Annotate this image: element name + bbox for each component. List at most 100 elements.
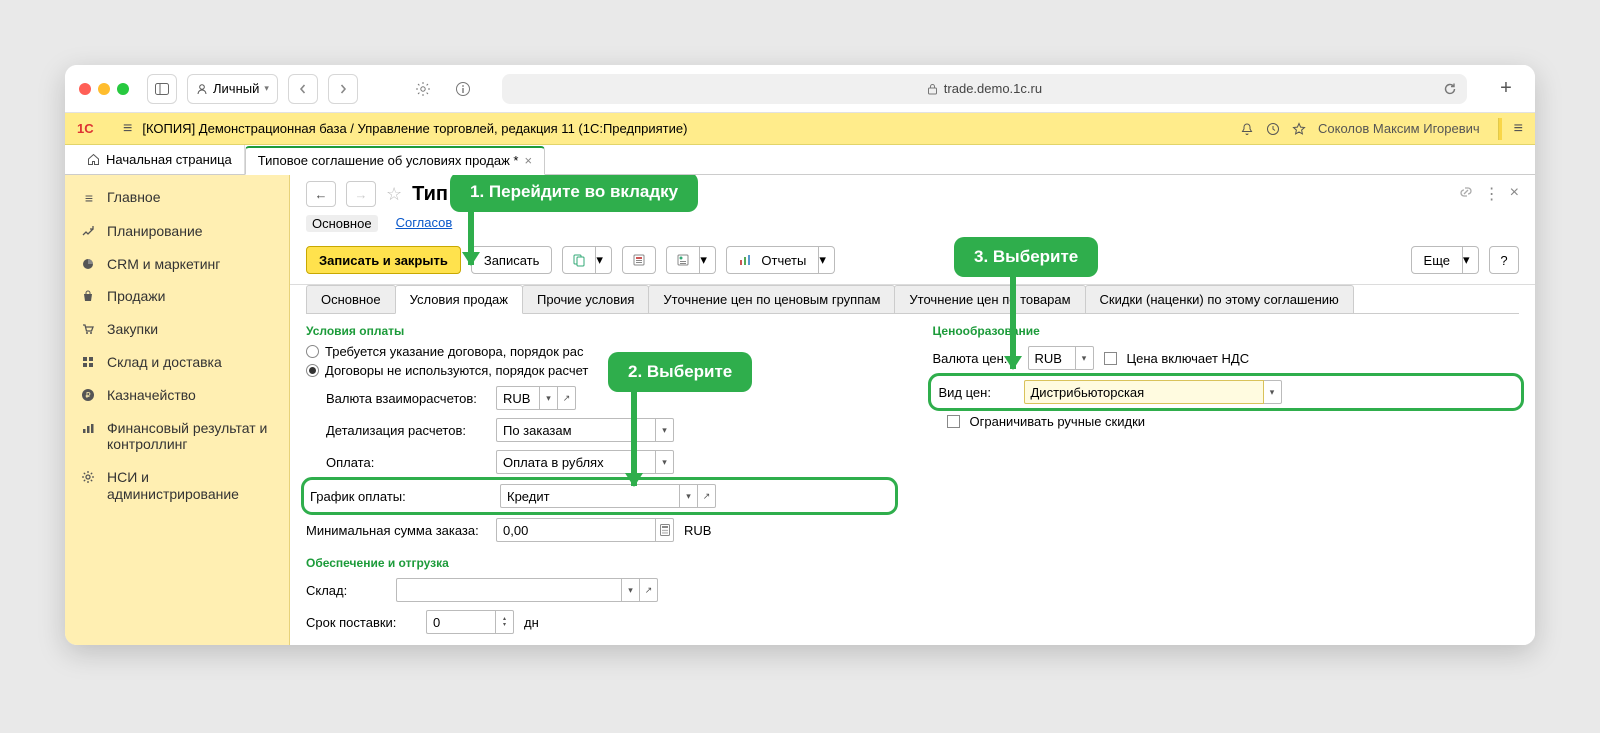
radio-contract-required[interactable]: Требуется указание договора, порядок рас [306,344,893,359]
store-value[interactable] [396,578,622,602]
current-user[interactable]: Соколов Максим Игоревич [1318,121,1480,136]
chevron-down-icon[interactable]: ▾ [1076,346,1094,370]
navigation-sidebar: ≡Главное Планирование CRM и маркетинг Пр… [65,175,290,645]
open-icon[interactable]: ↗ [698,484,716,508]
nav-forward-button[interactable] [328,74,358,104]
save-and-close-button[interactable]: Записать и закрыть [306,246,461,274]
sidebar-item-crm[interactable]: CRM и маркетинг [65,248,289,281]
sidebar-item-label: Продажи [107,288,165,305]
price-currency-value[interactable]: RUB [1028,346,1076,370]
price-type-value[interactable]: Дистрибьюторская [1024,380,1264,404]
more-button[interactable]: Еще [1411,246,1463,274]
detail-field[interactable]: По заказам ▾ [496,418,674,442]
favorite-icon[interactable]: ☆ [386,184,402,205]
chevron-down-icon[interactable]: ▾ [1264,380,1282,404]
min-order-field[interactable]: 0,00 [496,518,674,542]
window-controls[interactable] [79,83,129,95]
close-tab-icon[interactable]: × [524,153,532,168]
back-button[interactable]: ← [306,181,336,207]
help-button[interactable]: ? [1489,246,1519,274]
favorite-star-icon[interactable] [1292,122,1306,136]
min-order-currency: RUB [684,523,711,538]
chevron-down-icon[interactable]: ▾ [680,484,698,508]
sidebar-item-sales[interactable]: Продажи [65,280,289,313]
itab-price-groups[interactable]: Уточнение цен по ценовым группам [648,285,895,313]
calculator-icon[interactable] [656,518,674,542]
store-field[interactable]: ▾ ↗ [396,578,658,602]
nav-back-button[interactable] [288,74,318,104]
price-type-field[interactable]: Дистрибьюторская ▾ [1024,380,1282,404]
schedule-field[interactable]: Кредит ▾ ↗ [500,484,716,508]
browser-window: Личный ▾ trade.demo.1c.ru + 1C ≡ [КОПИЯ] [65,65,1535,645]
payment-field[interactable]: Оплата в рублях ▾ [496,450,674,474]
open-icon[interactable]: ↗ [558,386,576,410]
doc2-dropdown[interactable]: ▾ [700,246,716,274]
sidebar-item-main[interactable]: ≡Главное [65,181,289,215]
more-split-button[interactable]: Еще ▾ [1411,246,1479,274]
leadtime-label: Срок поставки: [306,615,416,630]
settings-gear-icon[interactable] [408,74,438,104]
reports-button[interactable]: Отчеты [726,246,819,274]
history-icon[interactable] [1266,122,1280,136]
leadtime-field[interactable]: 0 ▴▾ [426,610,514,634]
chevron-down-icon[interactable]: ▾ [540,386,558,410]
itab-price-goods[interactable]: Уточнение цен по товарам [894,285,1085,313]
close-window-icon[interactable] [79,83,91,95]
chevron-down-icon[interactable]: ▾ [622,578,640,602]
close-icon[interactable]: × [1510,184,1519,204]
link-icon[interactable] [1458,184,1474,204]
currency-field[interactable]: RUB ▾ ↗ [496,386,576,410]
open-icon[interactable]: ↗ [640,578,658,602]
right-menu-icon[interactable]: ≡ [1514,120,1523,138]
info-icon[interactable] [448,74,478,104]
subnav-approval[interactable]: Согласов [396,215,453,232]
doc1-button[interactable] [622,246,656,274]
itab-other[interactable]: Прочие условия [522,285,649,313]
browser-profile-chip[interactable]: Личный ▾ [187,74,278,104]
subnav-main[interactable]: Основное [306,215,378,232]
limit-checkbox[interactable] [947,415,960,428]
vat-checkbox[interactable] [1104,352,1117,365]
sidebar-item-finance[interactable]: Финансовый результат и контроллинг [65,412,289,462]
reports-dropdown[interactable]: ▾ [819,246,835,274]
price-currency-field[interactable]: RUB ▾ [1028,346,1094,370]
home-tab[interactable]: Начальная страница [75,145,245,174]
itab-main[interactable]: Основное [306,285,396,313]
chevron-down-icon[interactable]: ▾ [656,418,674,442]
itab-discounts[interactable]: Скидки (наценки) по этому соглашению [1085,285,1354,313]
save-button[interactable]: Записать [471,246,553,274]
sidebar-item-purchases[interactable]: Закупки [65,313,289,346]
sidebar-item-warehouse[interactable]: Склад и доставка [65,346,289,379]
active-tab[interactable]: Типовое соглашение об условиях продаж * … [245,146,545,175]
more-vertical-icon[interactable]: ⋮ [1484,184,1500,204]
new-tab-button[interactable]: + [1491,74,1521,104]
sidebar-item-treasury[interactable]: ₽Казначейство [65,379,289,412]
doc2-split-button[interactable]: ▾ [666,246,716,274]
hamburger-menu-icon[interactable]: ≡ [123,120,132,138]
reload-icon[interactable] [1443,82,1457,96]
sidebar-item-planning[interactable]: Планирование [65,215,289,248]
copy-button[interactable] [562,246,596,274]
maximize-window-icon[interactable] [117,83,129,95]
sidebar-item-nsi[interactable]: НСИ и администрирование [65,461,289,511]
leadtime-value[interactable]: 0 [426,610,496,634]
itab-sales-conditions[interactable]: Условия продаж [395,285,523,314]
currency-value[interactable]: RUB [496,386,540,410]
callout-step-1: 1. Перейдите во вкладку [450,175,698,212]
app-title: [КОПИЯ] Демонстрационная база / Управлен… [142,121,687,136]
sidebar-toggle-icon[interactable] [147,74,177,104]
more-dropdown[interactable]: ▾ [1463,246,1479,274]
copy-split-button[interactable]: ▾ [562,246,612,274]
min-order-value[interactable]: 0,00 [496,518,656,542]
address-bar[interactable]: trade.demo.1c.ru [502,74,1467,104]
reports-split-button[interactable]: Отчеты ▾ [726,246,835,274]
forward-button[interactable]: → [346,181,376,207]
copy-dropdown[interactable]: ▾ [596,246,612,274]
schedule-value[interactable]: Кредит [500,484,680,508]
doc2-button[interactable] [666,246,700,274]
stepper-icon[interactable]: ▴▾ [496,610,514,634]
radio-no-contract[interactable]: Договоры не используются, порядок расчет [306,363,893,378]
chevron-down-icon[interactable]: ▾ [656,450,674,474]
bell-icon[interactable] [1240,122,1254,136]
minimize-window-icon[interactable] [98,83,110,95]
